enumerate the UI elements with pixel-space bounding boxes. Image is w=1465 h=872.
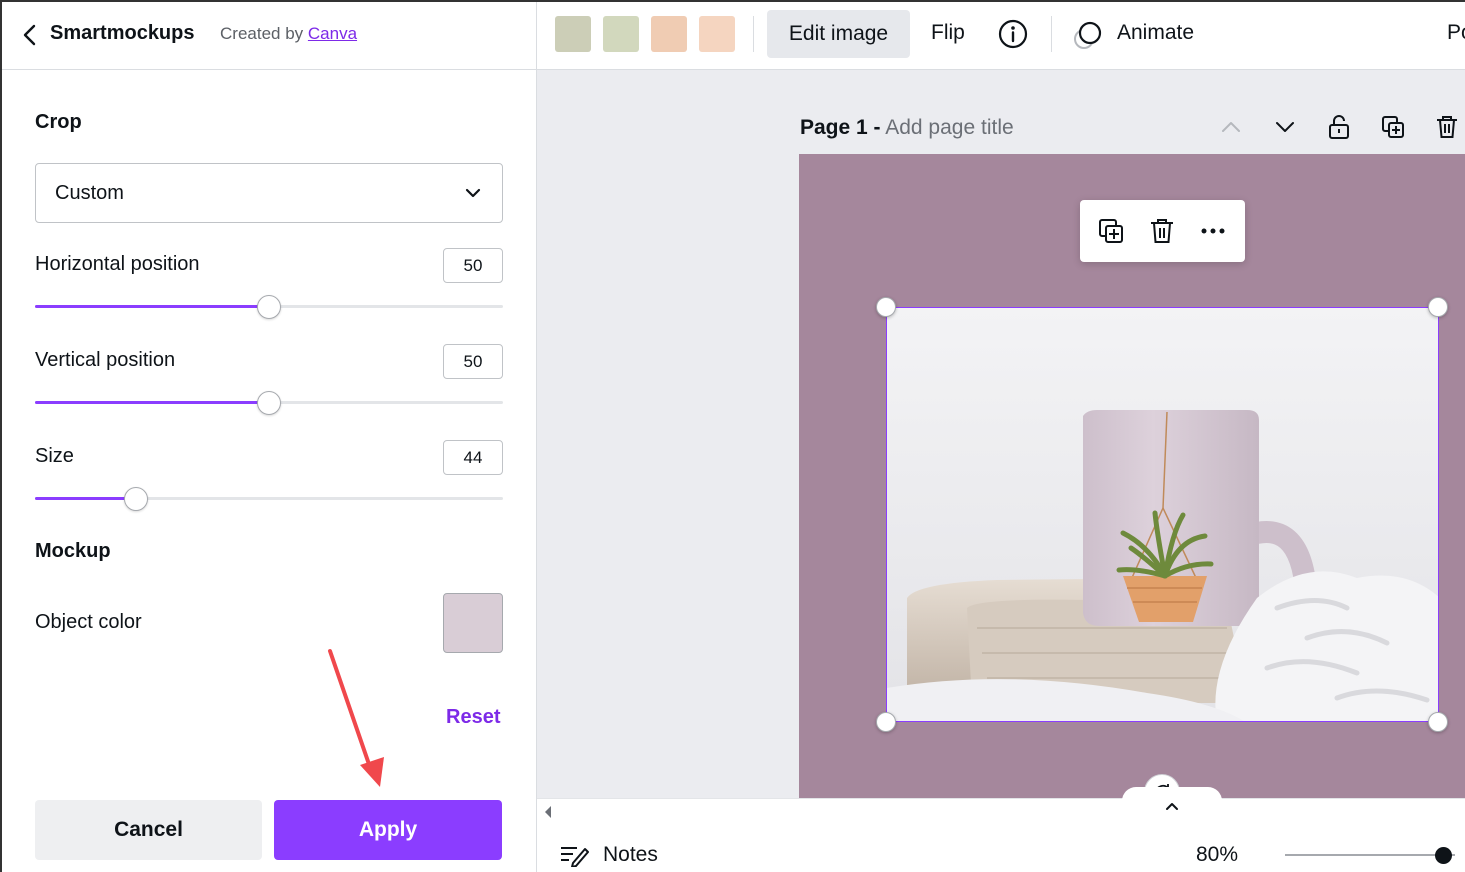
zoom-slider-track	[1285, 854, 1455, 856]
panel-title: Smartmockups	[50, 22, 195, 44]
notes-button[interactable]: Notes	[603, 843, 658, 867]
slider-fill	[35, 305, 269, 308]
slider-thumb[interactable]	[257, 391, 281, 415]
size-input[interactable]: 44	[443, 440, 503, 475]
object-color-label: Object color	[35, 611, 142, 633]
position-button[interactable]: Po	[1447, 21, 1465, 45]
floating-toolbar	[1080, 200, 1245, 262]
chevron-down-icon[interactable]	[1272, 114, 1298, 140]
cancel-button[interactable]: Cancel	[35, 800, 262, 860]
crop-select[interactable]: Custom	[35, 163, 503, 223]
flip-button[interactable]: Flip	[931, 21, 965, 45]
horizontal-position-slider[interactable]	[35, 295, 503, 319]
expand-pages-button[interactable]	[1122, 787, 1222, 815]
page-label: Page 1 - Add page title	[800, 116, 1014, 140]
slider-thumb[interactable]	[257, 295, 281, 319]
duplicate-icon[interactable]	[1096, 216, 1126, 246]
edit-image-button[interactable]: Edit image	[767, 10, 910, 58]
annotation-arrow	[328, 649, 384, 787]
animate-icon[interactable]	[1071, 19, 1105, 51]
vertical-position-slider[interactable]	[35, 391, 503, 415]
zoom-value[interactable]: 80%	[1196, 843, 1238, 867]
chevron-down-icon	[465, 188, 481, 198]
object-color-swatch[interactable]	[443, 593, 503, 653]
crop-select-value: Custom	[55, 182, 124, 204]
notes-icon[interactable]	[559, 843, 589, 867]
more-icon[interactable]	[1198, 216, 1228, 246]
palette-swatch[interactable]	[555, 16, 591, 52]
created-by-prefix: Created by	[220, 24, 304, 43]
zoom-slider[interactable]	[1285, 845, 1455, 865]
canvas-area: Page 1 - Add page title	[537, 70, 1465, 798]
page-number: Page 1 -	[800, 116, 881, 139]
mockup-heading: Mockup	[35, 540, 111, 562]
scroll-left-icon[interactable]	[543, 805, 553, 819]
toolbar-divider	[753, 16, 754, 52]
mug-mockup-image[interactable]	[886, 307, 1439, 722]
resize-handle-bottom-right[interactable]	[1428, 712, 1448, 732]
palette-swatch[interactable]	[699, 16, 735, 52]
lock-icon[interactable]	[1326, 114, 1352, 140]
smartmockups-panel: Smartmockups Created by Canva Crop Custo…	[0, 0, 538, 872]
panel-header: Smartmockups Created by Canva	[2, 0, 538, 70]
trash-icon[interactable]	[1147, 216, 1177, 246]
toolbar-divider	[1051, 16, 1052, 52]
editor-toolbar: Edit image Flip Animate Po	[537, 0, 1465, 70]
palette-swatch[interactable]	[603, 16, 639, 52]
size-label: Size	[35, 445, 74, 467]
created-by: Created by Canva	[220, 24, 357, 44]
chevron-up-icon	[1166, 803, 1178, 810]
duplicate-page-icon[interactable]	[1380, 114, 1406, 140]
apply-button[interactable]: Apply	[274, 800, 502, 860]
page-title-input[interactable]: Add page title	[885, 116, 1013, 139]
info-icon[interactable]	[997, 18, 1029, 50]
reset-link[interactable]: Reset	[446, 706, 500, 729]
animate-button[interactable]: Animate	[1117, 21, 1194, 45]
resize-handle-top-left[interactable]	[876, 297, 896, 317]
chevron-left-icon[interactable]	[20, 23, 40, 47]
palette-swatch[interactable]	[651, 16, 687, 52]
resize-handle-top-right[interactable]	[1428, 297, 1448, 317]
vertical-position-input[interactable]: 50	[443, 344, 503, 379]
slider-fill	[35, 497, 137, 500]
horizontal-position-label: Horizontal position	[35, 253, 200, 275]
slider-fill	[35, 401, 269, 404]
design-page[interactable]	[799, 154, 1465, 798]
resize-handle-bottom-left[interactable]	[876, 712, 896, 732]
crop-heading: Crop	[35, 111, 82, 133]
horizontal-position-input[interactable]: 50	[443, 248, 503, 283]
size-slider[interactable]	[35, 487, 503, 511]
trash-icon[interactable]	[1434, 114, 1460, 140]
zoom-slider-thumb[interactable]	[1435, 847, 1452, 864]
slider-thumb[interactable]	[124, 487, 149, 511]
vertical-position-label: Vertical position	[35, 349, 176, 371]
canva-link[interactable]: Canva	[308, 24, 357, 43]
chevron-up-icon[interactable]	[1218, 114, 1244, 140]
bottom-bar: Notes 80%	[537, 787, 1465, 872]
mug-photo	[887, 308, 1438, 721]
